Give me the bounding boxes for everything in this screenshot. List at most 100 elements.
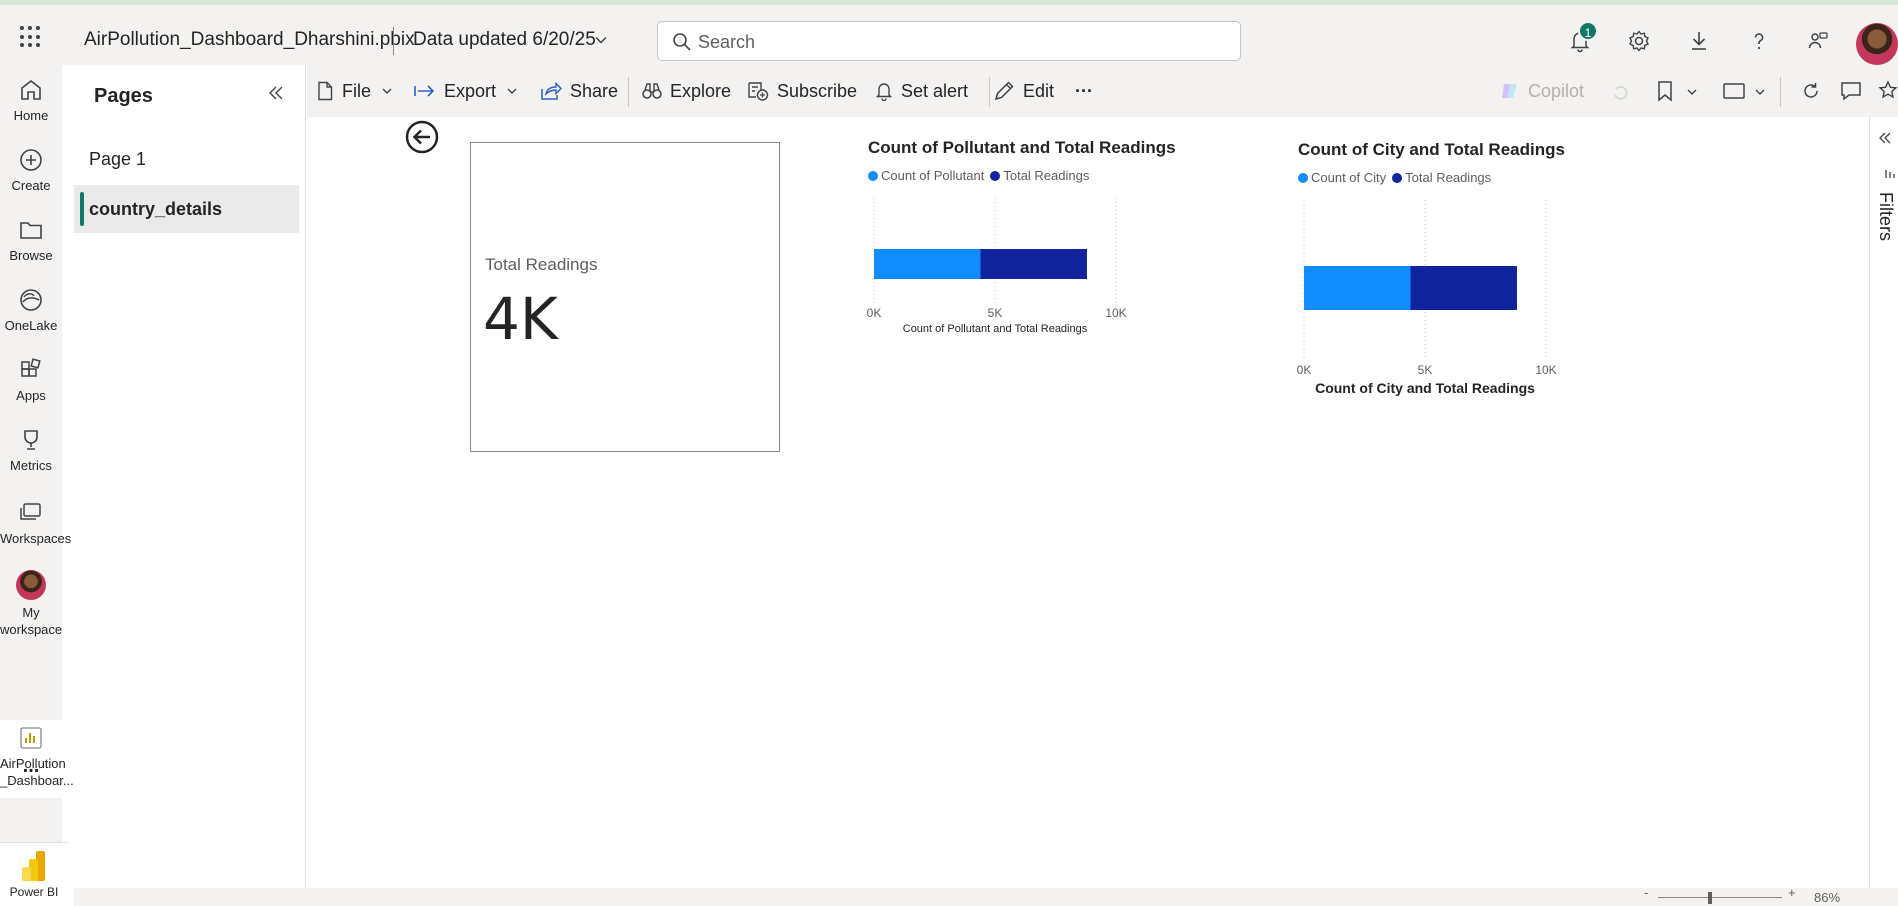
x-tick-label: 10K [1105, 306, 1126, 320]
settings-gear-icon[interactable] [1627, 29, 1651, 53]
favorite-star-icon[interactable] [1878, 80, 1898, 100]
nav-label: workspace [0, 622, 63, 637]
nav-label: Workspaces [0, 531, 72, 546]
header-divider [393, 27, 394, 55]
power-bi-label: Power BI [9, 885, 59, 899]
file-menu-button[interactable]: File [316, 79, 393, 103]
subscribe-label: Subscribe [777, 80, 858, 101]
report-file-title[interactable]: AirPollution_Dashboard_Dharshini.pbix [84, 29, 415, 51]
chart-plot: 0K 5K 10KCount of City and Total Readings [1297, 200, 1557, 396]
subscribe-icon [748, 82, 769, 101]
card-value: 4K [483, 285, 558, 353]
chevron-down-icon[interactable] [1754, 86, 1766, 98]
nav-create[interactable]: Create [0, 147, 62, 194]
chevron-down-icon[interactable] [594, 33, 608, 47]
my-workspace-avatar [16, 570, 46, 600]
share-button[interactable]: Share [540, 79, 618, 103]
help-icon[interactable] [1747, 29, 1771, 53]
share-label: Share [570, 80, 619, 101]
search-icon [673, 33, 691, 51]
page-tab-page-1[interactable]: Page 1 [74, 135, 299, 183]
comment-icon[interactable] [1840, 81, 1862, 101]
notification-badge: 1 [1578, 21, 1598, 41]
report-toolbar: File Export Share Explore Subscribe Set … [307, 65, 1898, 117]
file-label: File [342, 80, 372, 101]
app-nav-rail: Home Create Browse OneLake Apps Metrics … [0, 65, 74, 906]
nav-apps[interactable]: Apps [0, 357, 62, 404]
x-tick-label: 5K [988, 306, 1003, 320]
zoom-slider-thumb[interactable] [1708, 892, 1712, 904]
x-axis-title: Count of City and Total Readings [1315, 380, 1535, 396]
page-tab-country-details[interactable]: country_details [74, 185, 299, 233]
nav-my-workspace[interactable]: My workspace [0, 570, 62, 638]
nav-metrics[interactable]: Metrics [0, 427, 62, 474]
pages-title: Pages [94, 85, 153, 107]
report-canvas: Total Readings 4K Count of Pollutant and… [307, 117, 1869, 888]
copilot-button[interactable]: Copilot [1500, 79, 1584, 103]
subscribe-button[interactable]: Subscribe [747, 79, 857, 103]
nav-onelake[interactable]: OneLake [0, 287, 62, 334]
more-apps-ellipsis[interactable]: ... [0, 755, 62, 778]
zoom-out-button[interactable]: - [1644, 885, 1648, 900]
search-input[interactable] [698, 30, 1218, 54]
nav-label: Create [11, 178, 51, 193]
city-readings-chart[interactable]: Count of City and Total Readings Count o… [1297, 140, 1628, 396]
bar-segment[interactable] [1304, 266, 1411, 310]
data-updated-label[interactable]: Data updated 6/20/25 [413, 29, 596, 51]
home-icon [21, 79, 41, 100]
expand-pane-icon[interactable] [1878, 131, 1892, 145]
explore-button[interactable]: Explore [642, 79, 731, 103]
zoom-in-button[interactable]: + [1788, 885, 1796, 900]
view-mode-icon[interactable] [1722, 82, 1746, 100]
set-alert-button[interactable]: Set alert [875, 79, 968, 103]
search-box[interactable] [657, 21, 1241, 61]
app-launcher-icon[interactable] [20, 26, 42, 48]
bar-segment[interactable] [1410, 266, 1517, 310]
edit-button[interactable]: Edit [993, 79, 1054, 103]
undo-icon[interactable] [1612, 83, 1630, 101]
x-tick-label: 0K [867, 306, 882, 320]
workspaces-icon [20, 503, 41, 520]
nav-label: My [22, 605, 40, 620]
apps-icon [21, 358, 41, 377]
explore-label: Explore [670, 80, 732, 101]
create-icon [20, 149, 42, 171]
share-feedback-icon[interactable] [1806, 29, 1830, 53]
x-tick-label: 10K [1535, 363, 1556, 377]
nav-label: Apps [16, 388, 46, 403]
binoculars-icon [642, 83, 662, 99]
collapse-pane-icon[interactable] [266, 83, 286, 103]
pollutant-readings-chart[interactable]: Count of Pollutant and Total Readings Co… [867, 138, 1198, 368]
bar-segment[interactable] [980, 249, 1087, 279]
toolbar-divider [1780, 77, 1781, 107]
nav-workspaces[interactable]: Workspaces [0, 500, 72, 547]
report-icon [20, 727, 42, 749]
zoom-slider[interactable] [1658, 897, 1782, 898]
nav-label: Metrics [10, 458, 52, 473]
power-bi-brand[interactable]: Power BI [0, 842, 68, 906]
refresh-icon[interactable] [1801, 81, 1821, 101]
chevron-down-icon[interactable] [1686, 86, 1698, 98]
export-arrow-icon [414, 85, 435, 97]
bookmark-icon[interactable] [1656, 80, 1674, 102]
nav-home[interactable]: Home [0, 77, 62, 124]
chevron-down-icon [507, 88, 517, 94]
status-bar: - + 86% [74, 885, 1898, 906]
more-options-button[interactable]: ··· [1075, 79, 1093, 103]
export-menu-button[interactable]: Export [414, 79, 518, 103]
nav-browse[interactable]: Browse [0, 217, 62, 264]
export-label: Export [444, 80, 497, 101]
total-readings-card[interactable]: Total Readings 4K [470, 142, 780, 452]
toolbar-divider [628, 77, 629, 107]
copilot-label: Copilot [1528, 80, 1585, 101]
edit-label: Edit [1023, 80, 1055, 101]
download-icon[interactable] [1687, 29, 1711, 53]
filters-pane-collapsed[interactable]: Filters [1869, 117, 1898, 888]
filters-label: Filters [1876, 192, 1896, 241]
zoom-level: 86% [1814, 890, 1841, 905]
user-avatar[interactable] [1856, 23, 1898, 65]
nav-label: Home [13, 108, 49, 123]
chevron-down-icon [382, 88, 392, 94]
bar-segment[interactable] [874, 249, 981, 279]
back-arrow-icon[interactable] [404, 119, 440, 155]
